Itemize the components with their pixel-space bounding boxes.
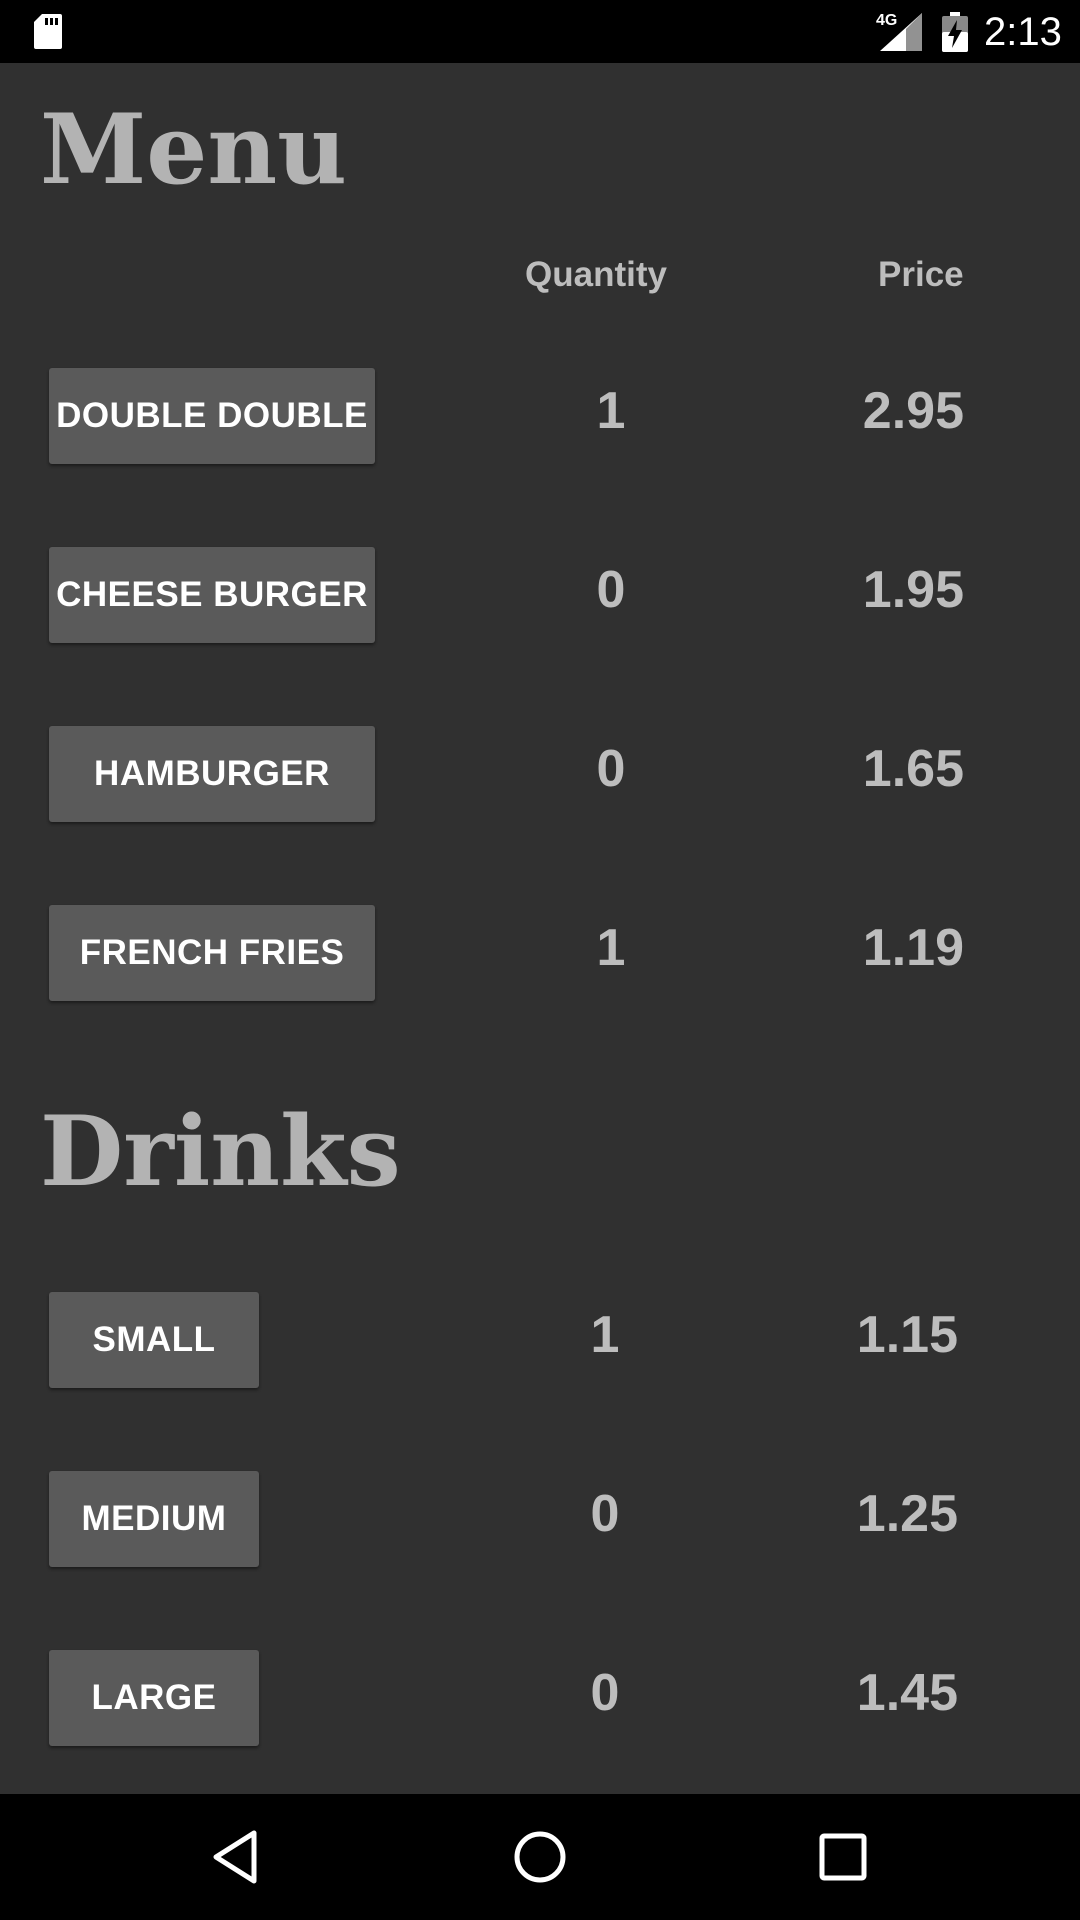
battery-charging-icon bbox=[942, 12, 968, 52]
cheese-burger-button[interactable]: CHEESE BURGER bbox=[49, 547, 375, 643]
medium-drink-button[interactable]: MEDIUM bbox=[49, 1471, 259, 1567]
french-fries-price: 1.19 bbox=[862, 919, 964, 977]
french-fries-button[interactable]: FRENCH FRIES bbox=[49, 905, 375, 1001]
medium-drink-quantity: 0 bbox=[590, 1485, 620, 1543]
double-double-button[interactable]: DOUBLE DOUBLE bbox=[49, 368, 375, 464]
cheese-burger-price: 1.95 bbox=[862, 561, 964, 619]
signal-icon bbox=[880, 13, 922, 51]
status-bar: 4G 2:13 bbox=[0, 0, 1080, 63]
back-icon[interactable] bbox=[206, 1827, 266, 1887]
drinks-title: Drinks bbox=[40, 1095, 401, 1208]
double-double-price: 2.95 bbox=[862, 382, 964, 440]
hamburger-quantity: 0 bbox=[596, 740, 626, 798]
navigation-bar bbox=[0, 1794, 1080, 1920]
hamburger-button[interactable]: HAMBURGER bbox=[49, 726, 375, 822]
medium-drink-price: 1.25 bbox=[856, 1485, 958, 1543]
double-double-quantity: 1 bbox=[596, 382, 626, 440]
small-drink-price: 1.15 bbox=[856, 1306, 958, 1364]
small-drink-button[interactable]: SMALL bbox=[49, 1292, 259, 1388]
cheese-burger-quantity: 0 bbox=[596, 561, 626, 619]
hamburger-price: 1.65 bbox=[862, 740, 964, 798]
small-drink-quantity: 1 bbox=[590, 1306, 620, 1364]
price-header: Price bbox=[878, 255, 964, 294]
sd-card-icon bbox=[34, 14, 62, 49]
large-drink-quantity: 0 bbox=[590, 1664, 620, 1722]
french-fries-quantity: 1 bbox=[596, 919, 626, 977]
clock: 2:13 bbox=[984, 10, 1062, 54]
large-drink-button[interactable]: LARGE bbox=[49, 1650, 259, 1746]
large-drink-price: 1.45 bbox=[856, 1664, 958, 1722]
home-icon[interactable] bbox=[510, 1827, 570, 1887]
recents-icon[interactable] bbox=[813, 1827, 873, 1887]
main-content: Menu Quantity Price DOUBLE DOUBLE 1 2.95… bbox=[0, 63, 1080, 1794]
menu-title: Menu bbox=[40, 93, 347, 206]
quantity-header: Quantity bbox=[525, 255, 667, 294]
